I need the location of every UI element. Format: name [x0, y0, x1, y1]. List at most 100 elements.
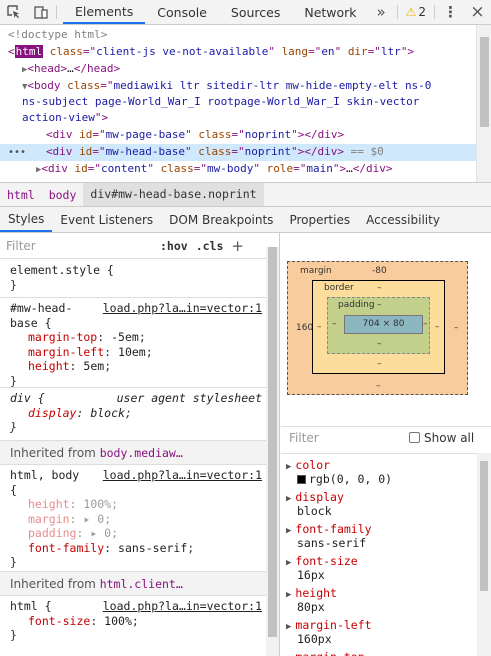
inherited-element-link[interactable]: html.client…: [100, 577, 183, 591]
close-devtools-icon[interactable]: ×: [464, 0, 491, 24]
styles-scrollbar-thumb[interactable]: [268, 247, 277, 637]
tab-console[interactable]: Console: [145, 0, 219, 24]
warning-count: 2: [418, 5, 426, 19]
node-actions-icon[interactable]: •••: [8, 147, 26, 158]
tab-styles[interactable]: Styles: [0, 207, 53, 232]
dom-node-content[interactable]: ▶<div id="content" class="mw-body" role=…: [0, 161, 476, 178]
hover-state-toggle[interactable]: :hov: [156, 239, 192, 253]
class-toggle[interactable]: .cls: [192, 239, 228, 253]
style-rule-element[interactable]: element.style { }: [0, 260, 266, 298]
dom-node-doctype[interactable]: <!doctype html>: [0, 27, 476, 44]
computed-prop-font-size[interactable]: ▶ font-size 16px: [281, 552, 477, 584]
margin-top-value[interactable]: -80: [372, 266, 387, 276]
border-right-value[interactable]: –: [435, 322, 440, 332]
styles-pane: :hov .cls + element.style { } #mw-head-l…: [0, 233, 280, 656]
computed-properties-list: ▶ color rgb(0, 0, 0) ▶ display block ▶ font…: [281, 453, 477, 656]
margin-left-value[interactable]: 160: [296, 323, 313, 333]
expand-triangle-icon[interactable]: ▶: [286, 558, 291, 568]
dom-node-mw-page-base[interactable]: <div id="mw-page-base" class="noprint"><…: [0, 127, 476, 144]
computed-scrollbar-thumb[interactable]: [480, 461, 488, 591]
html-tag-name: html: [14, 45, 44, 58]
border-left-value[interactable]: –: [317, 322, 322, 332]
tab-dom-breakpoints[interactable]: DOM Breakpoints: [161, 207, 281, 232]
padding-top-value[interactable]: –: [377, 300, 382, 310]
padding-bottom-value[interactable]: –: [377, 339, 382, 349]
computed-prop-margin-top[interactable]: ▶margin-top: [281, 648, 477, 656]
dom-node-head[interactable]: ▶<head>…</head>: [0, 61, 476, 78]
style-rule-html-body[interactable]: html, body load.php?la…in=vector:1 { heig…: [0, 465, 266, 572]
inherited-from-body: Inherited from body.mediaw…: [0, 441, 266, 465]
show-all-toggle[interactable]: Show all: [409, 431, 474, 445]
device-toolbar-icon[interactable]: [27, 0, 54, 24]
expand-triangle-icon[interactable]: ▶: [286, 462, 291, 472]
inspect-element-icon[interactable]: [0, 0, 27, 24]
padding-right-value[interactable]: –: [423, 319, 428, 329]
computed-filter-input[interactable]: [289, 430, 399, 445]
computed-prop-font-family[interactable]: ▶ font-family sans-serif: [281, 520, 477, 552]
margin-label: margin: [300, 266, 332, 276]
box-model-padding: padding – – – – 704 × 80: [327, 297, 430, 354]
breadcrumb: html body div#mw-head-base.noprint: [0, 182, 491, 207]
box-model-diagram: margin -80 160 – – border – – – – paddin…: [287, 261, 468, 395]
padding-left-value[interactable]: –: [332, 319, 337, 329]
tab-elements[interactable]: Elements: [63, 0, 146, 24]
stylesheet-link[interactable]: load.php?la…in=vector:1: [103, 599, 262, 614]
tab-event-listeners[interactable]: Event Listeners: [52, 207, 161, 232]
margin-bottom-value[interactable]: –: [376, 381, 381, 391]
inherited-element-link[interactable]: body.mediaw…: [100, 446, 183, 460]
user-agent-stylesheet-label: user agent stylesheet: [116, 391, 262, 405]
expand-triangle-icon[interactable]: ▶: [286, 526, 291, 536]
expand-triangle-icon[interactable]: ▶: [286, 622, 291, 632]
style-rule-mw-head-base[interactable]: #mw-head-load.php?la…in=vector:1 base { …: [0, 298, 266, 388]
dom-scrollbar-thumb[interactable]: [480, 37, 489, 127]
box-model-content[interactable]: 704 × 80: [344, 315, 423, 334]
stylesheet-link[interactable]: load.php?la…in=vector:1: [103, 468, 262, 483]
border-top-value[interactable]: –: [377, 283, 382, 293]
expand-triangle-icon[interactable]: ▶: [286, 590, 291, 600]
style-rule-html[interactable]: html {load.php?la…in=vector:1 font-size:…: [0, 596, 266, 656]
sidebar-tabs: Styles Event Listeners DOM Breakpoints P…: [0, 207, 491, 233]
more-tabs-button[interactable]: »: [369, 0, 394, 24]
dom-node-mw-head-base[interactable]: ••• <div id="mw-head-base" class="noprin…: [0, 144, 476, 161]
devtools-toolbar: Elements Console Sources Network » ⚠ 2 ⋮…: [0, 0, 491, 25]
styles-filter-bar: :hov .cls +: [0, 233, 266, 259]
color-swatch[interactable]: [297, 474, 306, 484]
warning-icon: ⚠: [405, 5, 417, 19]
toolbar-divider: [396, 5, 398, 19]
tab-properties[interactable]: Properties: [281, 207, 358, 232]
margin-right-value[interactable]: –: [454, 323, 459, 333]
show-all-checkbox[interactable]: [409, 432, 420, 443]
border-label: border: [324, 283, 354, 293]
stylesheet-link[interactable]: load.php?la…in=vector:1: [103, 301, 262, 316]
computed-prop-display[interactable]: ▶ display block: [281, 488, 477, 520]
new-style-rule-button[interactable]: +: [227, 237, 248, 255]
dom-node-body-cont: ns-subject page-World_War_I rootpage-Wor…: [22, 95, 420, 108]
warnings-counter[interactable]: ⚠ 2: [400, 0, 432, 24]
toolbar-divider: [56, 5, 57, 19]
border-bottom-value[interactable]: –: [377, 359, 382, 369]
inherited-from-html: Inherited from html.client…: [0, 572, 266, 596]
computed-prop-color[interactable]: ▶ color rgb(0, 0, 0): [281, 456, 477, 488]
style-rule-div-ua[interactable]: div {user agent stylesheet display: bloc…: [0, 388, 266, 441]
tab-network[interactable]: Network: [292, 0, 368, 24]
customize-menu-icon[interactable]: ⋮: [437, 0, 464, 24]
computed-pane: margin -80 160 – – border – – – – paddin…: [281, 233, 491, 656]
dom-node-body-cont2: action-view">: [22, 111, 109, 124]
dom-node-html[interactable]: <html class="client-js ve-not-available"…: [0, 44, 476, 61]
show-all-label: Show all: [424, 430, 475, 445]
styles-scrollbar[interactable]: [266, 247, 279, 656]
breadcrumb-html[interactable]: html: [0, 188, 42, 202]
dom-node-body[interactable]: ▼<body class="mediawiki ltr sitedir-ltr …: [0, 78, 476, 95]
expand-triangle-icon[interactable]: ▶: [286, 494, 291, 504]
computed-prop-margin-left[interactable]: ▶ margin-left 160px: [281, 616, 477, 648]
tab-accessibility[interactable]: Accessibility: [358, 207, 448, 232]
computed-scrollbar[interactable]: [477, 453, 491, 656]
toolbar-divider: [434, 5, 435, 19]
breadcrumb-selected-div[interactable]: div#mw-head-base.noprint: [83, 183, 264, 206]
computed-prop-height[interactable]: ▶ height 80px: [281, 584, 477, 616]
padding-label: padding: [338, 300, 375, 310]
tab-sources[interactable]: Sources: [219, 0, 292, 24]
breadcrumb-body[interactable]: body: [42, 188, 84, 202]
styles-filter-input[interactable]: [6, 238, 156, 253]
dom-scrollbar[interactable]: [476, 25, 491, 182]
